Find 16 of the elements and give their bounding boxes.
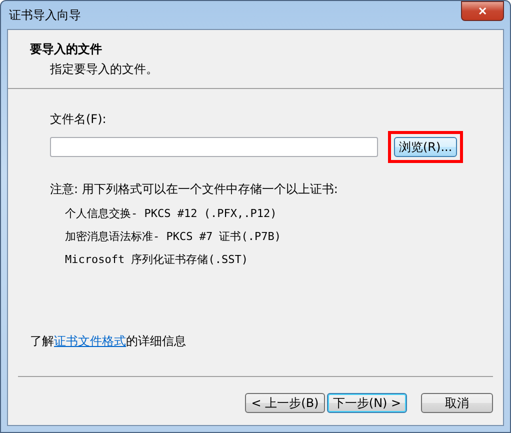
file-name-field[interactable] [50, 137, 378, 157]
note-text: 注意: 用下列格式可以在一个文件中存储一个以上证书: [50, 181, 339, 198]
page-subtitle: 指定要导入的文件。 [49, 61, 159, 78]
format-item: 加密消息语法标准- PKCS #7 证书(.P7B) [64, 229, 282, 244]
format-link[interactable]: 证书文件格式 [54, 334, 126, 348]
format-item: 个人信息交换- PKCS #12 (.PFX,.P12) [64, 206, 278, 221]
browse-button[interactable]: 浏览(R)... [394, 137, 458, 157]
window-title: 证书导入向导 [8, 6, 81, 24]
info-text: 了解证书文件格式的详细信息 [30, 333, 187, 350]
wizard-button[interactable]: 下一步(N) > [327, 393, 407, 413]
format-item: Microsoft 序列化证书存储(.SST) [64, 252, 249, 267]
page-title: 要导入的文件 [30, 41, 103, 58]
field-label: 文件名(F): [50, 111, 108, 128]
wizard-button[interactable]: < 上一步(B) [245, 393, 325, 413]
close-button[interactable]: ✕ [461, 1, 504, 21]
wizard-button[interactable]: 取消 [421, 393, 493, 413]
